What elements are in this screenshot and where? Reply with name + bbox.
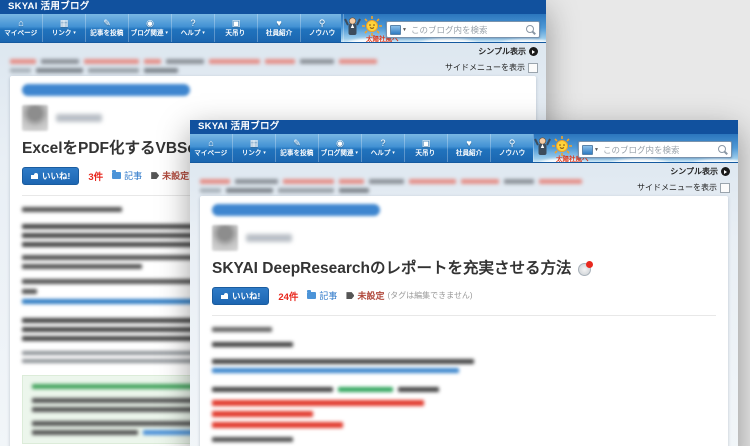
pencil-icon: ✎ (293, 139, 301, 149)
post-card: SKYAI DeepResearchのレポートを充実させる方法 いいね! 24件… (200, 196, 728, 446)
tag-icon (151, 172, 159, 179)
nav-item[interactable]: ♥ 社員紹介 (448, 134, 491, 162)
tag-label[interactable]: 未設定 (タグは編集できません) (346, 289, 472, 302)
breadcrumb[interactable] (200, 179, 637, 193)
search-input[interactable] (409, 25, 526, 35)
breadcrumb[interactable] (10, 59, 445, 73)
search-magnifier-icon[interactable] (526, 25, 534, 33)
help-icon: ? (190, 19, 195, 29)
home-icon: ⌂ (18, 19, 23, 29)
like-button[interactable]: いいね! (212, 287, 269, 305)
folder-icon (307, 292, 316, 299)
category-link[interactable]: 記事 (307, 289, 337, 302)
home-icon: ⌂ (208, 139, 213, 149)
nav-item[interactable]: ▦ リンク▼ (43, 14, 86, 42)
thumbs-up-icon (31, 172, 38, 179)
folder-icon (112, 172, 121, 179)
search-magnifier-icon[interactable] (718, 145, 726, 153)
nav-item[interactable]: ⚲ ノウハウ (301, 14, 344, 42)
author-avatar (22, 105, 48, 131)
nav-item[interactable]: ✎ 記事を投稿 (276, 134, 319, 162)
redacted-action-button[interactable] (22, 84, 190, 96)
search-input[interactable] (601, 145, 718, 155)
pin-icon: ◉ (336, 139, 344, 149)
search-scope-icon[interactable] (582, 145, 593, 155)
monitor-icon: ▣ (422, 139, 431, 149)
category-link[interactable]: 記事 (112, 169, 142, 182)
redacted-text-line (212, 437, 716, 442)
nav-item[interactable]: ▦ リンク▼ (233, 134, 276, 162)
redacted-action-button[interactable] (212, 204, 380, 216)
nav-item[interactable]: ? ヘルプ▼ (172, 14, 215, 42)
help-icon: ? (380, 139, 385, 149)
like-count: 3件 (88, 169, 103, 183)
nav-item[interactable]: ♥ 社員紹介 (258, 14, 301, 42)
side-menu-checkbox[interactable] (528, 63, 538, 73)
nav-item[interactable]: ⚲ ノウハウ (491, 134, 534, 162)
redacted-breadcrumb-line (10, 59, 435, 64)
redacted-text-line (212, 411, 716, 417)
nav-item[interactable]: ◉ ブログ関連▼ (319, 134, 362, 162)
redacted-text-line (212, 327, 716, 332)
search-icon: ⚲ (509, 139, 516, 149)
desktop-background: SKYAI 活用ブログ ⌂ マイページ ▦ リンク▼ ✎ 記事を投稿 ◉ (0, 0, 750, 446)
tag-icon (346, 292, 354, 299)
search-icon: ⚲ (319, 19, 326, 29)
grid-icon: ▦ (60, 19, 69, 29)
search-scope-caret-icon[interactable]: ▼ (402, 27, 407, 33)
nav-item[interactable]: ◉ ブログ関連▼ (129, 14, 172, 42)
redacted-text-line (212, 387, 716, 392)
nav-item[interactable]: ⌂ マイページ (190, 134, 233, 162)
redacted-text-line (212, 359, 716, 364)
nav-item[interactable]: ▣ 天吊り (405, 134, 448, 162)
author-avatar (212, 225, 238, 251)
search-scope-icon[interactable] (390, 25, 401, 35)
nav-item[interactable]: ? ヘルプ▼ (362, 134, 405, 162)
heart-icon: ♥ (276, 19, 281, 29)
thumbs-up-icon (221, 292, 228, 299)
main-nav: ⌂ マイページ ▦ リンク▼ ✎ 記事を投稿 ◉ ブログ関連▼ ? ヘルプ▼ (190, 134, 738, 163)
employee-mascot-icon (344, 15, 361, 39)
redacted-breadcrumb-line (200, 188, 627, 193)
pin-icon: ◉ (146, 19, 154, 29)
side-menu-label: サイドメニューを表示 (637, 182, 717, 193)
tag-note: (タグは編集できません) (387, 290, 472, 301)
simple-view-label: シンプル表示 (670, 166, 718, 177)
blog-window-front: SKYAI 活用ブログ ⌂ マイページ ▦ リンク▼ ✎ 記事を投稿 ◉ (190, 120, 738, 446)
redacted-author-name (56, 114, 102, 122)
redacted-breadcrumb-line (10, 68, 435, 73)
simple-view-toggle-icon[interactable] (529, 47, 538, 56)
search-box: ▼ (578, 141, 732, 158)
title-notification-badge-icon[interactable] (578, 263, 591, 276)
redacted-text-line (212, 342, 716, 347)
grid-icon: ▦ (250, 139, 259, 149)
page-title: SKYAI 活用ブログ (0, 0, 546, 14)
redacted-breadcrumb-line (200, 179, 627, 184)
main-nav: ⌂ マイページ ▦ リンク▼ ✎ 記事を投稿 ◉ ブログ関連▼ ? ヘルプ▼ (0, 14, 546, 43)
employee-mascot-icon (534, 135, 551, 159)
page-title: SKYAI 活用ブログ (190, 120, 738, 134)
like-button[interactable]: いいね! (22, 167, 79, 185)
redacted-text-line (212, 368, 716, 373)
heart-icon: ♥ (466, 139, 471, 149)
like-count: 24件 (278, 289, 298, 303)
nav-item[interactable]: ✎ 記事を投稿 (86, 14, 129, 42)
side-menu-label: サイドメニューを表示 (445, 62, 525, 73)
simple-view-label: シンプル表示 (478, 46, 526, 57)
redacted-text-line (212, 400, 716, 406)
post-body (212, 315, 716, 446)
redacted-author-name (246, 234, 292, 242)
post-title: SKYAI DeepResearchのレポートを充実させる方法 (212, 260, 716, 279)
search-box: ▼ (386, 21, 540, 38)
simple-view-toggle-icon[interactable] (721, 167, 730, 176)
pencil-icon: ✎ (103, 19, 111, 29)
nav-item[interactable]: ▣ 天吊り (215, 14, 258, 42)
nav-item[interactable]: ⌂ マイページ (0, 14, 43, 42)
redacted-text-line (212, 422, 716, 428)
monitor-icon: ▣ (232, 19, 241, 29)
side-menu-checkbox[interactable] (720, 183, 730, 193)
search-scope-caret-icon[interactable]: ▼ (594, 147, 599, 153)
